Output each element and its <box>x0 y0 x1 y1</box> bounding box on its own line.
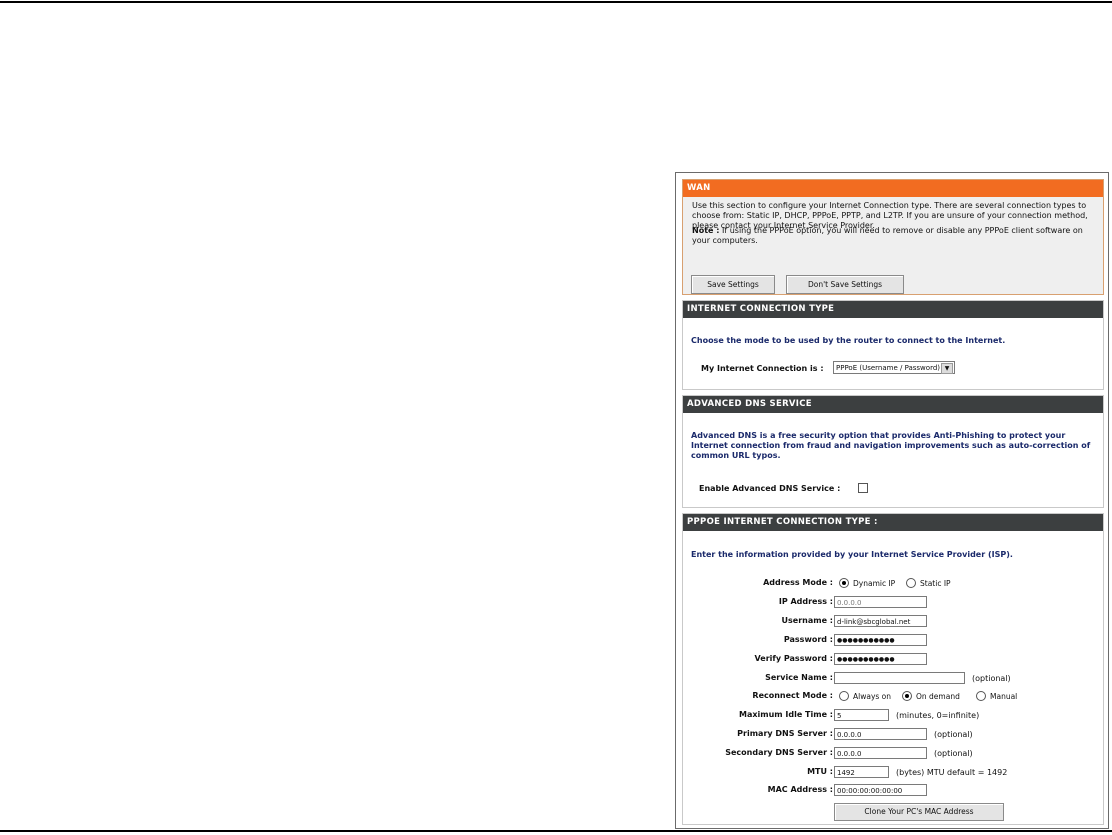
top-rule <box>0 1 1112 3</box>
internet-connection-type-title: INTERNET CONNECTION TYPE <box>683 301 1103 318</box>
advanced-dns-description: Advanced DNS is a free security option t… <box>691 431 1091 460</box>
secondary-dns-hint: (optional) <box>934 749 973 758</box>
internet-connection-type-description: Choose the mode to be used by the router… <box>691 336 1006 345</box>
mtu-label: MTU : <box>807 767 833 776</box>
mtu-input[interactable]: 1492 <box>834 766 889 778</box>
mac-address-input[interactable]: 00:00:00:00:00:00 <box>834 784 927 796</box>
address-mode-dynamic-label: Dynamic IP <box>853 579 896 588</box>
secondary-dns-input[interactable]: 0.0.0.0 <box>834 747 927 759</box>
mtu-hint: (bytes) MTU default = 1492 <box>896 768 1008 777</box>
primary-dns-input[interactable]: 0.0.0.0 <box>834 728 927 740</box>
password-input[interactable]: ●●●●●●●●●●● <box>834 634 927 646</box>
note-text: If using the PPPoE option, you will need… <box>692 226 1083 245</box>
connection-type-label: My Internet Connection is : <box>701 364 824 373</box>
reconnect-mode-label: Reconnect Mode : <box>752 691 833 700</box>
wan-title: WAN <box>683 180 1103 197</box>
reconnect-on-demand-radio[interactable] <box>902 691 912 701</box>
chevron-down-icon[interactable]: ▼ <box>941 363 953 374</box>
primary-dns-hint: (optional) <box>934 730 973 739</box>
verify-password-label: Verify Password : <box>754 654 833 663</box>
pppoe-section: PPPOE INTERNET CONNECTION TYPE : Enter t… <box>682 513 1104 825</box>
service-name-label: Service Name : <box>765 673 833 682</box>
reconnect-manual-label: Manual <box>990 692 1018 701</box>
username-input[interactable]: d-link@sbcglobal.net <box>834 615 927 627</box>
connection-type-selected: PPPoE (Username / Password) <box>836 364 940 372</box>
verify-password-input[interactable]: ●●●●●●●●●●● <box>834 653 927 665</box>
pppoe-title: PPPOE INTERNET CONNECTION TYPE : <box>683 514 1103 531</box>
advanced-dns-checkbox[interactable] <box>858 483 868 493</box>
save-settings-button[interactable]: Save Settings <box>691 275 775 294</box>
address-mode-static-radio[interactable] <box>906 578 916 588</box>
wan-note: Note : If using the PPPoE option, you wi… <box>692 226 1092 246</box>
idle-time-hint: (minutes, 0=infinite) <box>896 711 980 720</box>
bottom-rule <box>0 830 1112 832</box>
advanced-dns-title: ADVANCED DNS SERVICE <box>683 396 1103 413</box>
pppoe-description: Enter the information provided by your I… <box>691 550 1013 559</box>
idle-time-label: Maximum Idle Time : <box>738 710 833 719</box>
address-mode-label: Address Mode : <box>763 578 833 587</box>
service-name-input[interactable] <box>834 672 965 684</box>
service-name-hint: (optional) <box>972 674 1011 683</box>
address-mode-dynamic-radio[interactable] <box>839 578 849 588</box>
advanced-dns-section: ADVANCED DNS SERVICE Advanced DNS is a f… <box>682 395 1104 508</box>
internet-connection-type-section: INTERNET CONNECTION TYPE Choose the mode… <box>682 300 1104 390</box>
reconnect-always-on-label: Always on <box>853 692 892 701</box>
username-label: Username : <box>781 616 833 625</box>
ip-address-input[interactable]: 0.0.0.0 <box>834 596 927 608</box>
wan-section: WAN Use this section to configure your I… <box>682 179 1104 295</box>
reconnect-always-on-radio[interactable] <box>839 691 849 701</box>
reconnect-on-demand-label: On demand <box>916 692 960 701</box>
dont-save-settings-button[interactable]: Don't Save Settings <box>786 275 904 294</box>
connection-type-select[interactable]: PPPoE (Username / Password) ▼ <box>833 361 955 374</box>
clone-mac-button[interactable]: Clone Your PC's MAC Address <box>834 803 1004 821</box>
router-settings-panel: WAN Use this section to configure your I… <box>675 172 1109 829</box>
password-label: Password : <box>783 635 833 644</box>
primary-dns-label: Primary DNS Server : <box>737 729 833 738</box>
reconnect-manual-radio[interactable] <box>976 691 986 701</box>
secondary-dns-label: Secondary DNS Server : <box>725 748 833 757</box>
mac-address-label: MAC Address : <box>767 785 833 794</box>
advanced-dns-label: Enable Advanced DNS Service : <box>699 484 841 493</box>
idle-time-input[interactable]: 5 <box>834 709 889 721</box>
note-label: Note : <box>692 226 720 235</box>
address-mode-static-label: Static IP <box>920 579 951 588</box>
ip-address-label: IP Address : <box>778 597 833 606</box>
